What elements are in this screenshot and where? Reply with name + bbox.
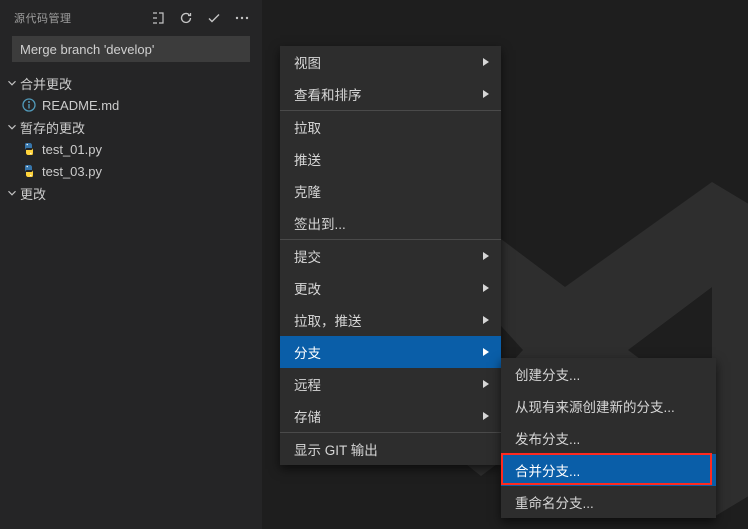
- section-label: 合并更改: [20, 74, 72, 93]
- view-tree-icon[interactable]: [144, 4, 172, 32]
- section-1[interactable]: 暂存的更改: [0, 116, 262, 138]
- section-label: 暂存的更改: [20, 118, 85, 137]
- menu-item-label: 分支: [294, 342, 487, 362]
- file-item[interactable]: test_03.py: [0, 160, 262, 182]
- menu-item[interactable]: 推送: [280, 143, 501, 175]
- file-name: README.md: [42, 98, 119, 113]
- more-icon[interactable]: [228, 4, 256, 32]
- commit-message-input[interactable]: [12, 36, 250, 62]
- python-file-icon: [20, 162, 38, 180]
- menu-item-label: 显示 GIT 输出: [294, 439, 487, 459]
- menu-item-label: 发布分支...: [515, 428, 702, 448]
- menu-item[interactable]: 拉取: [280, 111, 501, 143]
- menu-item-label: 存储: [294, 406, 487, 426]
- menu-item-label: 视图: [294, 52, 487, 72]
- file-item[interactable]: test_01.py: [0, 138, 262, 160]
- menu-item[interactable]: 远程: [280, 368, 501, 400]
- menu-item[interactable]: 拉取，推送: [280, 304, 501, 336]
- menu-item-label: 合并分支...: [515, 460, 702, 480]
- panel-title: 源代码管理: [14, 10, 144, 26]
- menu-item-label: 推送: [294, 149, 487, 169]
- panel-header: 源代码管理: [0, 0, 262, 36]
- menu-item[interactable]: 显示 GIT 输出: [280, 433, 501, 465]
- info-icon: [20, 96, 38, 114]
- submenu-item[interactable]: 重命名分支...: [501, 486, 716, 518]
- menu-item-label: 更改: [294, 278, 487, 298]
- chevron-down-icon: [4, 185, 20, 201]
- menu-item[interactable]: 视图: [280, 46, 501, 78]
- section-label: 更改: [20, 184, 46, 203]
- submenu-item[interactable]: 从现有来源创建新的分支...: [501, 390, 716, 422]
- menu-item[interactable]: 更改: [280, 272, 501, 304]
- menu-item[interactable]: 查看和排序: [280, 78, 501, 110]
- menu-item[interactable]: 克隆: [280, 175, 501, 207]
- menu-item-label: 查看和排序: [294, 84, 487, 104]
- menu-item-label: 签出到...: [294, 213, 487, 233]
- submenu-item[interactable]: 发布分支...: [501, 422, 716, 454]
- menu-item[interactable]: 签出到...: [280, 207, 501, 239]
- menu-item[interactable]: 提交: [280, 240, 501, 272]
- python-file-icon: [20, 140, 38, 158]
- menu-item-label: 拉取: [294, 117, 487, 137]
- menu-item-label: 提交: [294, 246, 487, 266]
- menu-item-label: 拉取，推送: [294, 310, 487, 330]
- file-name: test_03.py: [42, 164, 102, 179]
- changes-tree: 合并更改 README.md 暂存的更改 test_01.py test_03.py 更改: [0, 72, 262, 204]
- section-0[interactable]: 合并更改: [0, 72, 262, 94]
- scm-more-menu: 视图查看和排序拉取推送克隆签出到... 提交更改拉取，推送分支远程存储显示 GIT…: [280, 46, 501, 465]
- menu-item[interactable]: 分支: [280, 336, 501, 368]
- menu-item-label: 克隆: [294, 181, 487, 201]
- source-control-panel: 源代码管理 合并更改 README.md 暂存的更改 test_01.py test_0…: [0, 0, 262, 529]
- menu-item-label: 远程: [294, 374, 487, 394]
- check-icon[interactable]: [200, 4, 228, 32]
- file-item[interactable]: README.md: [0, 94, 262, 116]
- chevron-down-icon: [4, 75, 20, 91]
- branch-submenu: 创建分支... 从现有来源创建新的分支... 发布分支... 合并分支... 重命名分支…: [501, 358, 716, 518]
- submenu-item[interactable]: 创建分支...: [501, 358, 716, 390]
- commit-message-input-wrap: [12, 36, 250, 62]
- submenu-item[interactable]: 合并分支...: [501, 454, 716, 486]
- menu-item-label: 从现有来源创建新的分支...: [515, 396, 702, 416]
- menu-item-label: 重命名分支...: [515, 492, 702, 512]
- header-actions: [144, 4, 256, 32]
- menu-item[interactable]: 存储: [280, 400, 501, 432]
- section-2[interactable]: 更改: [0, 182, 262, 204]
- refresh-icon[interactable]: [172, 4, 200, 32]
- file-name: test_01.py: [42, 142, 102, 157]
- chevron-down-icon: [4, 119, 20, 135]
- menu-item-label: 创建分支...: [515, 364, 702, 384]
